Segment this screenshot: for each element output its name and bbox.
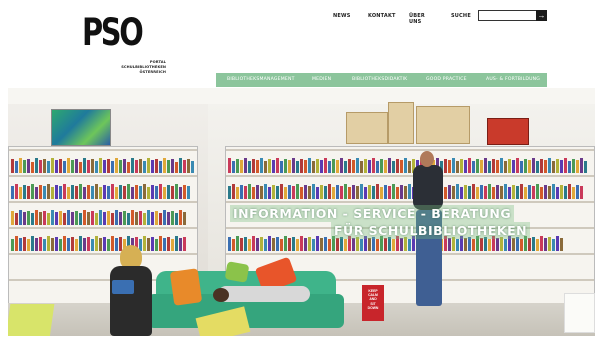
poster-line-5: DOWN: [367, 305, 379, 310]
orange-cushion: [169, 268, 203, 306]
keep-calm-poster: KEEP CALM AND SIT DOWN: [362, 285, 384, 321]
wooden-crate: [416, 106, 470, 144]
search-submit-button[interactable]: →: [536, 10, 547, 21]
mainnav-item-medien[interactable]: MEDIEN: [312, 77, 331, 82]
wooden-crate: [346, 112, 388, 144]
lying-person-head: [213, 288, 229, 302]
standing-person: [413, 165, 443, 210]
hero-headline-line-1: INFORMATION - SERVICE - BERATUNG: [230, 205, 515, 222]
nav-suche-label: SUCHE: [451, 13, 471, 19]
nav-news-link[interactable]: NEWS: [333, 13, 351, 19]
yellow-seat: [8, 304, 55, 336]
lying-person: [218, 286, 310, 302]
mainnav-item-good-practice[interactable]: GOOD PRACTICE: [426, 77, 467, 82]
mainnav-item-aus-fortbildung[interactable]: AUS- & FORTBILDUNG: [486, 77, 540, 82]
hero-headline-line-2: FÜR SCHULBIBLIOTHEKEN: [331, 222, 531, 239]
mainnav-item-bibliotheksmanagement[interactable]: BIBLIOTHEKSMANAGEMENT: [227, 77, 295, 82]
hero-banner: KEEP CALM AND SIT DOWN INFORMATION - SER…: [8, 88, 595, 336]
logo-subtitle: PORTAL SCHULBIBLIOTHEKEN ÖSTERREICH: [88, 60, 166, 75]
search-input[interactable]: [478, 10, 544, 21]
logo-subtitle-line-3: ÖSTERREICH: [139, 70, 166, 74]
nav-kontakt-link[interactable]: KONTAKT: [368, 13, 396, 19]
wall-painting: [51, 109, 111, 146]
page: PSO PORTAL SCHULBIBLIOTHEKEN ÖSTERREICH …: [8, 2, 595, 336]
standing-person-head: [420, 151, 434, 167]
main-navigation: BIBLIOTHEKSMANAGEMENT MEDIEN BIBLIOTHEKS…: [216, 73, 547, 87]
green-cushion: [224, 261, 250, 283]
mainnav-item-bibliotheksdidaktik[interactable]: BIBLIOTHEKSDIDAKTIK: [352, 77, 407, 82]
red-box: [487, 118, 529, 145]
pso-logo[interactable]: PSO: [82, 14, 144, 51]
reading-person: [110, 266, 152, 336]
white-table: [564, 293, 595, 333]
book: [112, 280, 134, 294]
nav-ueber-uns-link[interactable]: ÜBER UNS: [409, 13, 425, 25]
wooden-crate: [388, 102, 414, 144]
arrow-right-icon: →: [537, 11, 546, 20]
